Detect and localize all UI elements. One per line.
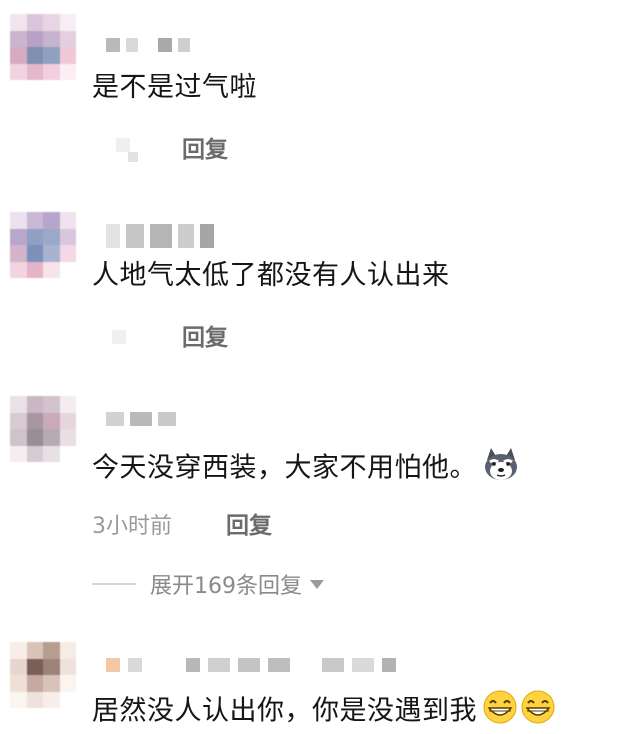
expand-replies-label: 展开169条回复 xyxy=(150,574,302,599)
avatar[interactable] xyxy=(10,14,76,80)
expand-replies-button[interactable]: 展开169条回复 xyxy=(92,568,324,600)
like-icon[interactable] xyxy=(112,330,126,344)
timestamp: 3小时前 xyxy=(92,514,172,539)
comment-text-content: 今天没穿西装，大家不用怕他。 xyxy=(92,452,477,484)
comment-text: 人地气太低了都没有人认出来 xyxy=(92,260,450,291)
avatar[interactable] xyxy=(10,396,76,462)
username[interactable] xyxy=(106,410,176,428)
reply-button[interactable]: 回复 xyxy=(182,318,228,352)
username[interactable] xyxy=(106,222,214,250)
avatar[interactable] xyxy=(10,642,76,708)
reply-button[interactable]: 回复 xyxy=(226,506,272,540)
username[interactable] xyxy=(106,656,396,674)
comment-text: 今天没穿西装，大家不用怕他。 xyxy=(92,446,521,492)
avatar[interactable] xyxy=(10,212,76,278)
divider-line xyxy=(92,583,136,585)
comment-text-content: 居然没人认出你，你是没遇到我 xyxy=(92,695,477,727)
like-icon[interactable] xyxy=(116,138,130,152)
reply-button[interactable]: 回复 xyxy=(182,130,228,164)
chevron-down-icon xyxy=(310,579,324,589)
like-icon xyxy=(128,152,138,162)
husky-doge-icon xyxy=(481,446,521,492)
comment-text: 是不是过气啦 xyxy=(92,72,257,103)
grin-icon xyxy=(481,690,519,734)
grin-icon xyxy=(519,690,557,734)
comment-text: 居然没人认出你，你是没遇到我 xyxy=(92,690,557,734)
username[interactable] xyxy=(106,36,190,54)
